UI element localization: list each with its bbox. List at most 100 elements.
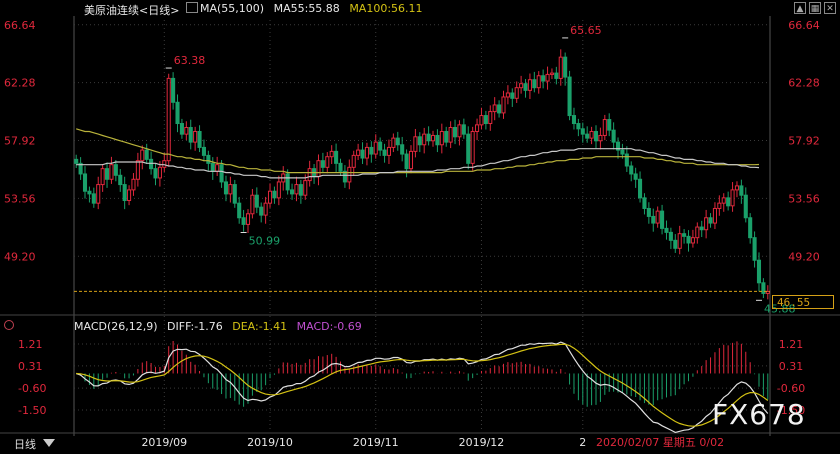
macd-tick-left: 1.21 xyxy=(18,338,43,351)
ma55-line xyxy=(76,148,760,179)
period-arrow-icon[interactable] xyxy=(42,438,56,448)
candle-body xyxy=(272,190,277,199)
candle-body xyxy=(756,259,762,284)
candle-body xyxy=(131,178,136,191)
candle-body xyxy=(734,185,740,191)
ma-legend-icon xyxy=(186,2,198,13)
close-icon[interactable]: ✕ xyxy=(824,2,836,14)
candle-body xyxy=(602,119,607,136)
candle-body xyxy=(470,130,475,164)
candle-body xyxy=(104,168,110,180)
candle-body xyxy=(743,194,748,219)
candle-body xyxy=(452,127,458,138)
candle-body xyxy=(571,115,577,125)
indicator-settings-icon[interactable] xyxy=(4,320,14,330)
candle-body xyxy=(413,136,418,152)
candle-body xyxy=(541,75,546,82)
candle-body xyxy=(201,146,206,156)
candle-body xyxy=(267,190,273,204)
candle-body xyxy=(334,150,339,164)
candle-body xyxy=(391,137,396,148)
candle-body xyxy=(290,189,295,195)
price-tick-right: 62.28 xyxy=(788,77,820,90)
candle-body xyxy=(479,115,484,126)
candle-body xyxy=(118,174,123,186)
candle-body xyxy=(179,123,184,135)
price-tick-right: 57.92 xyxy=(788,135,820,148)
candle-body xyxy=(545,73,550,82)
window-controls: ▲ ▦ ✕ xyxy=(794,2,836,14)
candle-body xyxy=(505,92,510,98)
candle-body xyxy=(316,160,321,178)
candle-body xyxy=(91,193,96,204)
candle-body xyxy=(87,190,92,195)
candle-body xyxy=(620,149,625,155)
macd-dea-label: DEA:-1.41 xyxy=(232,320,288,333)
candle-body xyxy=(320,160,325,168)
candle-body xyxy=(184,127,189,135)
candle-body xyxy=(598,134,603,142)
candle-body xyxy=(726,197,731,207)
price-tick-right: 66.64 xyxy=(788,19,820,32)
candle-body xyxy=(109,164,114,180)
ma100-line xyxy=(76,128,760,174)
extreme-label: 63.38 xyxy=(174,54,206,67)
macd-tick-left: -1.50 xyxy=(18,404,46,417)
candle-body xyxy=(682,233,687,237)
candle-body xyxy=(629,165,634,175)
candle-body xyxy=(664,227,669,233)
candle-body xyxy=(373,141,378,155)
candle-body xyxy=(430,134,436,142)
macd-tick-right: 0.31 xyxy=(779,360,804,373)
candle-body xyxy=(576,123,581,130)
candle-body xyxy=(294,184,299,195)
candle-body xyxy=(563,56,568,78)
candle-body xyxy=(435,134,440,146)
candle-body xyxy=(215,164,220,172)
ma100-label: MA100:56.11 xyxy=(349,2,423,15)
zoom-grid-icon[interactable]: ▦ xyxy=(809,2,821,14)
price-tick-left: 49.20 xyxy=(4,250,36,263)
chart-stage: 66.64 66.64 62.28 62.28 57.92 57.92 53.56 53.56… xyxy=(0,0,840,451)
candle-body xyxy=(475,124,480,132)
last-price-box: 46.55 xyxy=(772,295,834,309)
candle-body xyxy=(263,202,268,216)
candle-body xyxy=(461,124,466,135)
candle-body xyxy=(303,180,308,196)
candle-body xyxy=(439,130,444,146)
candle-body xyxy=(364,146,369,159)
candle-body xyxy=(232,184,237,204)
candle-body xyxy=(276,181,281,199)
candle-body xyxy=(673,239,678,249)
candle-body xyxy=(492,104,497,113)
candle-body xyxy=(549,72,554,75)
scroll-up-icon[interactable]: ▲ xyxy=(794,2,806,14)
candle-body xyxy=(175,101,180,125)
candle-body xyxy=(298,184,303,196)
macd-macd-label: MACD:-0.69 xyxy=(296,320,362,333)
candle-body xyxy=(74,158,79,164)
candle-body xyxy=(408,150,414,170)
candle-body xyxy=(708,217,713,224)
candle-body xyxy=(704,217,709,231)
candle-body xyxy=(748,217,753,239)
macd-diff-label: DIFF:-1.76 xyxy=(167,320,223,333)
candle-body xyxy=(157,166,162,179)
candle-body xyxy=(210,162,215,172)
candle-body xyxy=(677,233,682,249)
candle-body xyxy=(237,202,242,219)
candle-body xyxy=(589,130,594,139)
candle-body xyxy=(193,130,198,143)
candle-body xyxy=(197,130,202,148)
ma-def-label: MA(55,100) xyxy=(200,2,265,15)
macd-def-label: MACD(26,12,9) xyxy=(74,320,158,333)
price-tick-left: 53.56 xyxy=(4,192,36,205)
candle-body xyxy=(307,168,312,182)
candle-body xyxy=(642,197,647,209)
candle-body xyxy=(651,215,656,224)
instrument-title: 美原油连续<日线> xyxy=(84,2,179,18)
candle-body xyxy=(417,136,422,146)
candle-body xyxy=(382,149,387,156)
candle-body xyxy=(690,237,695,244)
candle-body xyxy=(536,75,541,89)
